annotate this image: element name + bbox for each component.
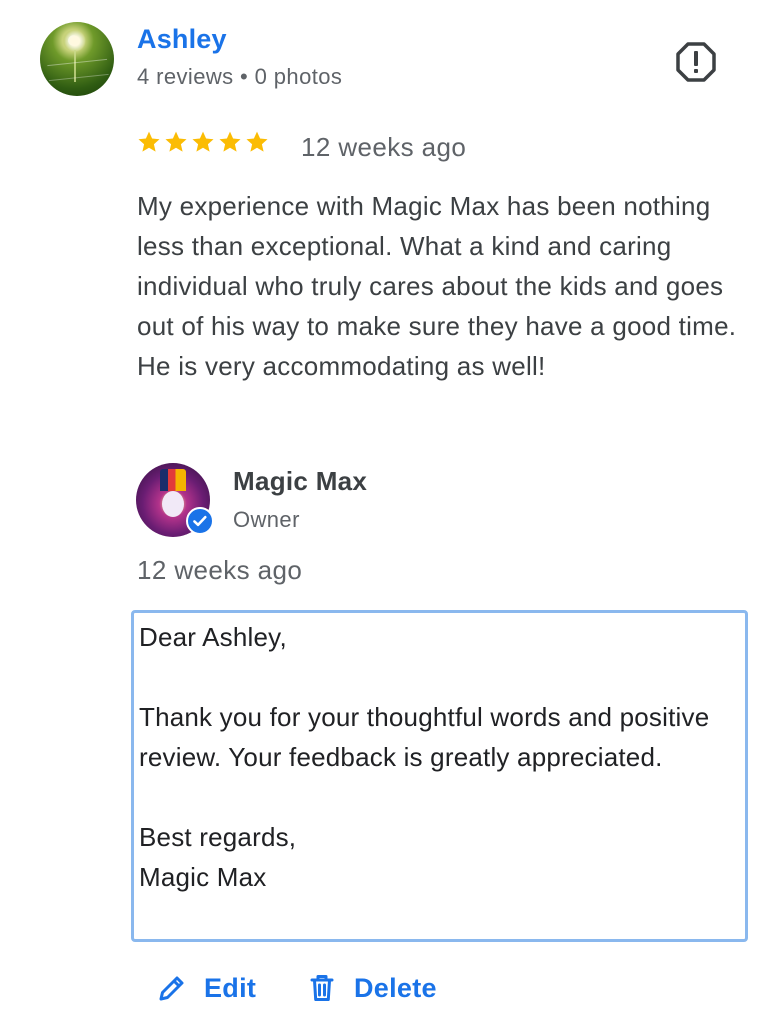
trash-icon — [310, 975, 334, 1001]
owner-name: Magic Max — [233, 466, 368, 496]
reply-time: 12 weeks ago — [137, 555, 303, 585]
review-text: My experience with Magic Max has been no… — [137, 191, 737, 381]
reply-text-input[interactable]: Dear Ashley, Thank you for your thoughtf… — [139, 617, 739, 897]
star-icon — [165, 131, 187, 152]
rabbit-image — [162, 491, 184, 517]
star-icon — [246, 131, 268, 152]
star-rating — [137, 130, 269, 160]
top-hat-image — [160, 469, 186, 491]
avatar-script-decoration — [47, 58, 109, 82]
reviewer-name[interactable]: Ashley — [137, 24, 227, 55]
edit-label: Edit — [204, 972, 257, 1003]
star-icon — [192, 131, 214, 152]
verified-badge-icon — [186, 507, 214, 535]
star-icon — [219, 131, 241, 152]
reviewer-avatar[interactable] — [40, 22, 114, 96]
pencil-icon — [159, 976, 184, 1001]
owner-role-label: Owner — [233, 507, 300, 532]
review-time: 12 weeks ago — [301, 132, 467, 162]
delete-button[interactable]: Delete — [306, 968, 437, 1008]
edit-button[interactable]: Edit — [156, 968, 256, 1008]
report-icon[interactable] — [674, 40, 718, 84]
star-icon — [138, 131, 160, 152]
delete-label: Delete — [354, 972, 437, 1003]
reviewer-meta: 4 reviews • 0 photos — [137, 64, 343, 89]
dandelion-image — [64, 30, 86, 52]
reply-edit-field[interactable]: Dear Ashley, Thank you for your thoughtf… — [131, 610, 748, 942]
owner-avatar[interactable] — [136, 463, 214, 537]
